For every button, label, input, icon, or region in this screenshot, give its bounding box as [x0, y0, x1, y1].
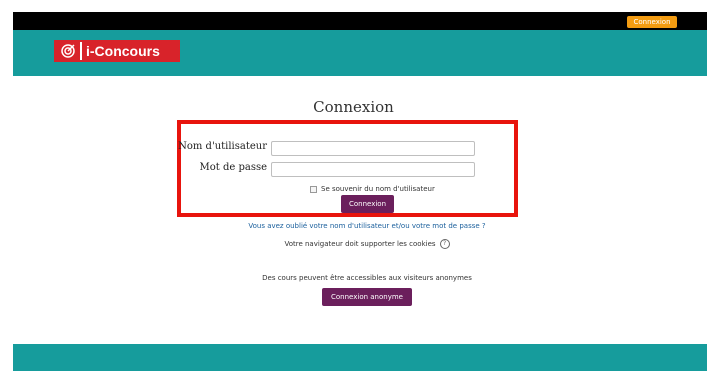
- remember-username-label: Se souvenir du nom d'utilisateur: [321, 185, 435, 193]
- brand-name: i-Concours: [82, 42, 178, 60]
- top-login-button[interactable]: Connexion: [627, 16, 677, 28]
- help-icon[interactable]: ?: [439, 239, 450, 249]
- password-label: Mot de passe: [199, 162, 268, 173]
- username-input[interactable]: [271, 141, 475, 156]
- remember-username-row[interactable]: Se souvenir du nom d'utilisateur: [310, 184, 435, 194]
- forgot-credentials-link[interactable]: Vous avez oublié votre nom d'utilisateur…: [0, 222, 707, 230]
- guest-access-note: Des cours peuvent être accessibles aux v…: [262, 274, 472, 282]
- login-button[interactable]: Connexion: [341, 195, 394, 213]
- cookies-note: Votre navigateur doit supporter les cook…: [284, 240, 436, 248]
- remember-username-checkbox[interactable]: [310, 185, 317, 193]
- guest-login-button[interactable]: Connexion anonyme: [322, 288, 412, 306]
- cookies-note-row: Votre navigateur doit supporter les cook…: [0, 239, 707, 249]
- footer-banner: [13, 344, 707, 371]
- top-navbar: [13, 12, 707, 30]
- brand-target-icon: [56, 42, 82, 60]
- brand-logo[interactable]: i-Concours: [54, 40, 180, 62]
- page-title: Connexion: [313, 98, 394, 116]
- username-label: Nom d'utilisateur: [178, 141, 267, 152]
- password-input[interactable]: [271, 162, 475, 177]
